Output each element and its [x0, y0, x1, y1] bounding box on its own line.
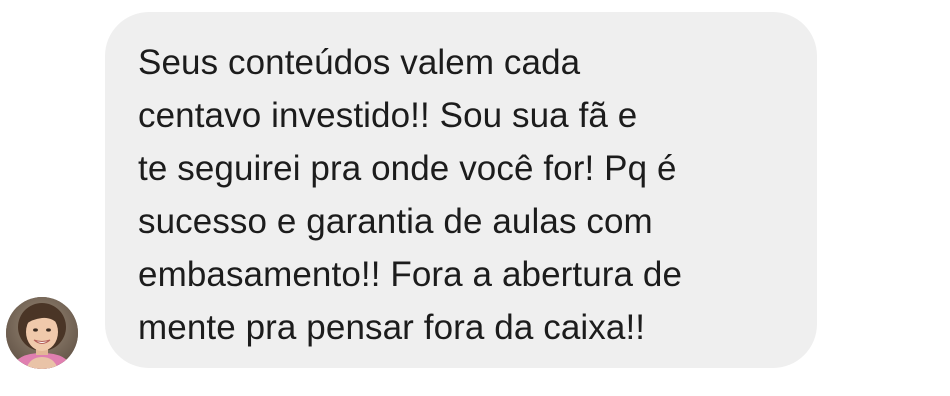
avatar[interactable]	[6, 297, 78, 369]
avatar-woman-icon	[6, 297, 78, 369]
message-bubble[interactable]: Seus conteúdos valem cada centavo invest…	[105, 12, 817, 368]
message-text: Seus conteúdos valem cada centavo invest…	[138, 43, 683, 347]
chat-message-row: Seus conteúdos valem cada centavo invest…	[0, 0, 950, 396]
